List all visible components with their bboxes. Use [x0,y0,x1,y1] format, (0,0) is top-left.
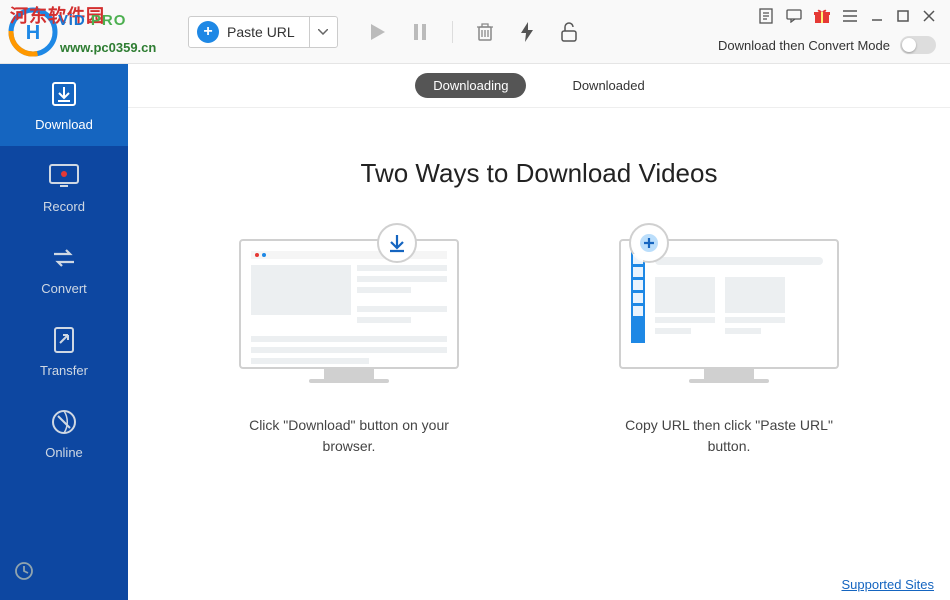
main-area: Downloading Downloaded Two Ways to Downl… [128,64,950,600]
sidebar-item-transfer[interactable]: Transfer [0,310,128,392]
caption-a: Click "Download" button on your browser. [229,415,469,457]
window-controls [758,8,936,24]
trash-icon[interactable] [475,22,495,42]
watermark-url: www.pc0359.cn [60,40,156,55]
transfer-icon [49,325,79,355]
sidebar-label: Transfer [40,363,88,378]
monitor-illustration-b [619,239,839,389]
divider [452,21,453,43]
unlock-icon[interactable] [559,22,579,42]
page-headline: Two Ways to Download Videos [361,158,718,189]
sidebar-label: Record [43,199,85,214]
download-arrow-badge [377,223,417,263]
titlebar: H 河东软件园 www.pc0359.cn ViD PRO + Paste UR… [0,0,950,64]
play-icon[interactable] [368,22,388,42]
maximize-button[interactable] [896,9,910,23]
cards: Click "Download" button on your browser. [219,239,859,457]
caption-b: Copy URL then click "Paste URL" button. [609,415,849,457]
history-icon[interactable] [14,561,34,586]
notes-icon[interactable] [758,8,774,24]
sidebar: Download Record Convert Transfer Online [0,64,128,600]
tab-row: Downloading Downloaded [128,64,950,108]
sidebar-item-convert[interactable]: Convert [0,228,128,310]
pause-icon[interactable] [410,22,430,42]
brand-pro: PRO [91,12,127,29]
brand-vid: ViD [58,12,86,29]
sidebar-label: Download [35,117,93,132]
toggle-knob [902,38,916,52]
tab-downloading[interactable]: Downloading [415,73,526,98]
menu-icon[interactable] [842,8,858,24]
app-brand: ViD PRO [58,12,126,29]
toolbar-actions [368,21,579,43]
paste-url-label: Paste URL [227,24,309,40]
convert-mode-toggle-row: Download then Convert Mode [718,36,936,54]
download-icon [49,79,79,109]
gift-icon[interactable] [814,8,830,24]
sidebar-item-record[interactable]: Record [0,146,128,228]
body: Download Record Convert Transfer Online [0,64,950,600]
sidebar-item-online[interactable]: Online [0,392,128,474]
close-button[interactable] [922,9,936,23]
minimize-button[interactable] [870,9,884,23]
card-browser-download: Click "Download" button on your browser. [219,239,479,457]
monitor-illustration-a [239,239,459,389]
feedback-icon[interactable] [786,8,802,24]
online-icon [49,407,79,437]
supported-sites-link[interactable]: Supported Sites [841,577,934,592]
plus-icon: + [197,21,219,43]
paste-url-dropdown[interactable] [309,16,337,48]
convert-mode-label: Download then Convert Mode [718,38,890,53]
convert-icon [49,243,79,273]
tab-downloaded[interactable]: Downloaded [554,73,662,98]
sidebar-label: Convert [41,281,87,296]
card-paste-url: Copy URL then click "Paste URL" button. [599,239,859,457]
titlebar-left: H 河东软件园 www.pc0359.cn ViD PRO [0,7,58,57]
content: Two Ways to Download Videos [128,108,950,600]
lightning-icon[interactable] [517,22,537,42]
record-icon [49,161,79,191]
paste-url-button[interactable]: + Paste URL [188,16,338,48]
convert-mode-toggle[interactable] [900,36,936,54]
sidebar-label: Online [45,445,83,460]
sidebar-item-download[interactable]: Download [0,64,128,146]
